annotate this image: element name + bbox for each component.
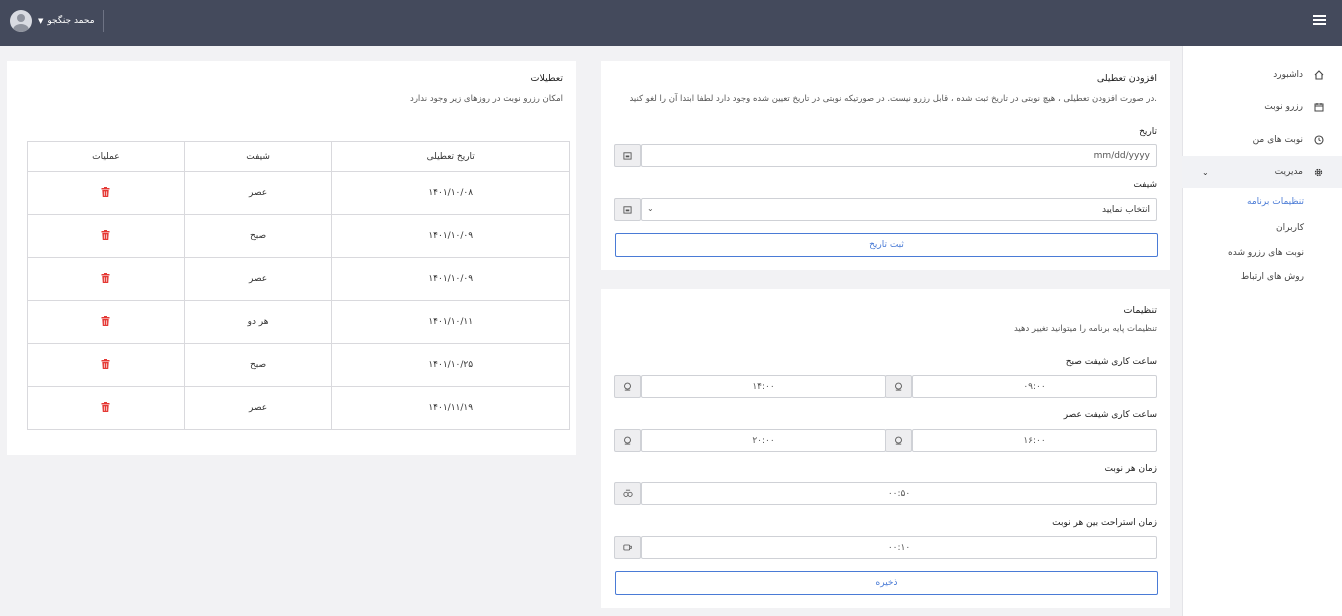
sidebar-item-dashboard[interactable]: داشبورد: [1182, 59, 1342, 91]
top-bar: ▼ محمد جنگجو: [0, 0, 1342, 46]
sidebar-item-label: مدیریت: [1274, 167, 1303, 177]
sidebar-subitem-app-settings[interactable]: تنظیمات برنامه: [1247, 197, 1304, 207]
settings-card: تنظیمات تنظیمات پایه برنامه را میتوانید …: [601, 289, 1170, 608]
morning-end-input[interactable]: ۱۴:۰۰: [641, 375, 886, 398]
date-cell: ۱۴۰۱/۱۰/۱۱: [331, 300, 570, 344]
gear-icon: [1313, 167, 1324, 178]
date-input[interactable]: mm/dd/yyyy: [641, 144, 1157, 167]
sidebar-item-label: نوبت های من: [1252, 135, 1303, 145]
calendar-icon[interactable]: [614, 144, 641, 167]
date-label: تاریخ: [1139, 127, 1157, 137]
sidebar-subitem-contact-methods[interactable]: روش های ارتباط: [1241, 272, 1304, 282]
table-row: صبح ۱۴۰۱/۱۰/۲۵: [27, 343, 570, 387]
settings-title: تنظیمات: [1123, 305, 1157, 316]
table-row: عصر ۱۴۰۱/۱۱/۱۹: [27, 386, 570, 430]
date-cell: ۱۴۰۱/۱۰/۰۸: [331, 171, 570, 215]
table-row: هر دو ۱۴۰۱/۱۰/۱۱: [27, 300, 570, 344]
trash-icon[interactable]: [101, 186, 110, 197]
shift-selected-value: انتخاب نمایید: [1101, 204, 1150, 215]
header-divider: [102, 10, 104, 32]
add-holiday-description: در صورت افزودن تعطیلی ، هیچ نوبتی در تار…: [629, 94, 1157, 104]
morning-start-input[interactable]: ۰۹:۰۰: [912, 375, 1157, 398]
clock-icon[interactable]: [614, 375, 641, 398]
shift-cell: صبح: [183, 343, 333, 387]
holidays-card: تعطیلات امکان رزرو نوبت در روزهای زیر وج…: [7, 61, 576, 455]
hamburger-icon[interactable]: [1313, 15, 1326, 26]
save-button[interactable]: ذخیره: [615, 571, 1158, 595]
holidays-table: عملیات شیفت تاریخ تعطیلی عصر ۱۴۰۱/۱۰/۰۸ …: [27, 141, 570, 430]
chevron-down-icon[interactable]: ▼: [38, 17, 43, 25]
home-icon: [1313, 70, 1324, 81]
delete-cell: [27, 214, 185, 258]
clock-icon[interactable]: [885, 375, 912, 398]
evening-end-input[interactable]: ۲۰:۰۰: [641, 429, 886, 452]
sidebar-item-label: رزرو نوبت: [1264, 102, 1303, 112]
shift-cell: هر دو: [183, 300, 333, 344]
morning-shift-label: ساعت کاری شیفت صبح: [1065, 357, 1157, 367]
hourglass-icon[interactable]: [614, 482, 641, 505]
delete-cell: [27, 171, 185, 215]
user-name[interactable]: محمد جنگجو: [47, 16, 94, 26]
user-avatar-icon[interactable]: [10, 10, 32, 32]
user-menu[interactable]: ▼ محمد جنگجو: [10, 9, 104, 33]
shift-select[interactable]: ⌄ انتخاب نمایید: [641, 198, 1157, 221]
calendar-icon[interactable]: [614, 198, 641, 221]
clock-icon: [1313, 135, 1324, 146]
trash-icon[interactable]: [101, 315, 110, 326]
sidebar: داشبورد رزرو نوبت نوبت های من مدیریت ⌄ ت…: [1182, 46, 1342, 616]
table-row: صبح ۱۴۰۱/۱۰/۰۹: [27, 214, 570, 258]
delete-cell: [27, 343, 185, 387]
clock-icon[interactable]: [885, 429, 912, 452]
column-header-shift: شیفت: [183, 141, 333, 172]
slot-duration-label: زمان هر نوبت: [1104, 464, 1157, 474]
table-row: عصر ۱۴۰۱/۱۰/۰۸: [27, 171, 570, 215]
sidebar-item-my-appointments[interactable]: نوبت های من: [1182, 124, 1342, 156]
column-header-date: تاریخ تعطیلی: [331, 141, 570, 172]
add-holiday-card: افزودن تعطیلی در صورت افزودن تعطیلی ، هی…: [601, 61, 1170, 270]
trash-icon[interactable]: [101, 401, 110, 412]
evening-shift-label: ساعت کاری شیفت عصر: [1063, 410, 1157, 420]
table-row: عصر ۱۴۰۱/۱۰/۰۹: [27, 257, 570, 301]
sidebar-subitem-booked-appointments[interactable]: نوبت های رزرو شده: [1228, 248, 1304, 258]
sidebar-item-label: داشبورد: [1273, 70, 1303, 80]
break-duration-label: زمان استراحت بین هر نوبت: [1052, 518, 1157, 528]
table-header-row: عملیات شیفت تاریخ تعطیلی: [27, 141, 570, 172]
add-holiday-title: افزودن تعطیلی: [1096, 73, 1157, 84]
clock-icon[interactable]: [614, 429, 641, 452]
chevron-down-icon[interactable]: ⌄: [1202, 168, 1209, 177]
trash-icon[interactable]: [101, 272, 110, 283]
settings-description: تنظیمات پایه برنامه را میتوانید تغییر ده…: [1013, 324, 1157, 334]
shift-cell: عصر: [183, 257, 333, 301]
date-cell: ۱۴۰۱/۱۰/۲۵: [331, 343, 570, 387]
coffee-icon[interactable]: [614, 536, 641, 559]
delete-cell: [27, 300, 185, 344]
trash-icon[interactable]: [101, 229, 110, 240]
shift-cell: صبح: [183, 214, 333, 258]
calendar-icon: [1313, 102, 1324, 113]
sidebar-item-management[interactable]: مدیریت ⌄: [1182, 156, 1342, 188]
shift-cell: عصر: [183, 171, 333, 215]
slot-duration-input[interactable]: ۰۰:۵۰: [641, 482, 1157, 505]
break-duration-input[interactable]: ۰۰:۱۰: [641, 536, 1157, 559]
delete-cell: [27, 257, 185, 301]
shift-label: شیفت: [1133, 180, 1157, 190]
evening-start-input[interactable]: ۱۶:۰۰: [912, 429, 1157, 452]
holidays-description: امکان رزرو نوبت در روزهای زیر وجود ندارد: [410, 94, 563, 104]
submit-date-button[interactable]: ثبت تاریخ: [615, 233, 1158, 257]
delete-cell: [27, 386, 185, 430]
sidebar-item-booking[interactable]: رزرو نوبت: [1182, 91, 1342, 123]
shift-cell: عصر: [183, 386, 333, 430]
date-cell: ۱۴۰۱/۱۰/۰۹: [331, 257, 570, 301]
column-header-actions: عملیات: [27, 141, 185, 172]
date-cell: ۱۴۰۱/۱۱/۱۹: [331, 386, 570, 430]
chevron-down-icon: ⌄: [647, 204, 654, 213]
sidebar-subitem-users[interactable]: کاربران: [1276, 223, 1304, 233]
holidays-title: تعطیلات: [530, 73, 564, 84]
date-cell: ۱۴۰۱/۱۰/۰۹: [331, 214, 570, 258]
trash-icon[interactable]: [101, 358, 110, 369]
